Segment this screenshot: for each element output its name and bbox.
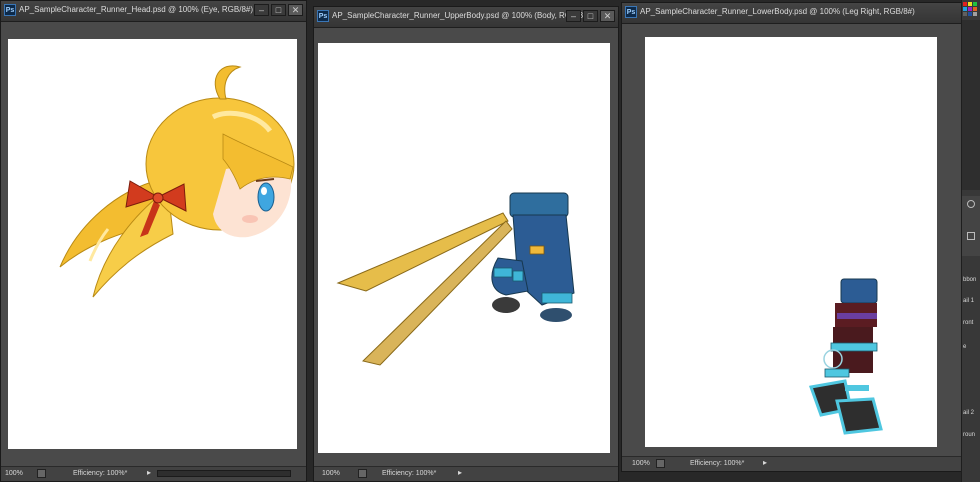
zoom-level[interactable]: 100% [632,460,650,467]
status-menu-arrow-icon[interactable]: ▸ [147,468,151,477]
document-window-head[interactable]: Ps AP_SampleCharacter_Runner_Head.psd @ … [0,0,307,482]
canvas-area[interactable] [622,24,961,456]
efficiency-readout: Efficiency: 100%* [73,470,128,477]
layer-label[interactable]: roun [963,432,975,438]
doc-info-icon[interactable] [37,469,46,478]
window-titlebar[interactable]: Ps AP_SampleCharacter_Runner_UpperBody.p… [314,7,618,28]
document-window-upperbody[interactable]: Ps AP_SampleCharacter_Runner_UpperBody.p… [313,6,619,482]
layer-label[interactable]: e [963,344,966,350]
swatch[interactable] [973,12,977,16]
photoshop-icon: Ps [317,10,329,22]
right-panel-dock[interactable]: bbon ail 1 ront e ail 2 roun [961,0,980,482]
swatch[interactable] [963,7,967,11]
layer-label[interactable]: bbon [963,277,976,283]
photoshop-icon: Ps [625,6,637,18]
document-canvas[interactable] [645,37,937,447]
window-titlebar[interactable]: Ps AP_SampleCharacter_Runner_Head.psd @ … [1,1,306,22]
maximize-button[interactable]: □ [583,10,598,22]
doc-info-icon[interactable] [358,469,367,478]
layer-label[interactable]: ail 2 [963,410,974,416]
layer-label[interactable]: ail 1 [963,298,974,304]
canvas-area[interactable] [1,22,306,466]
doc-info-icon[interactable] [656,459,665,468]
swatch[interactable] [968,7,972,11]
maximize-button[interactable]: □ [271,4,286,16]
character-upperbody-illustration [336,192,575,366]
photoshop-icon: Ps [4,4,16,16]
document-title: AP_SampleCharacter_Runner_LowerBody.psd … [640,7,915,16]
layer-label[interactable]: ront [963,320,973,326]
document-window-lowerbody[interactable]: Ps AP_SampleCharacter_Runner_LowerBody.p… [621,2,962,472]
zoom-level[interactable]: 100% [5,470,23,477]
document-canvas[interactable] [318,43,610,453]
efficiency-readout: Efficiency: 100%* [690,460,745,467]
character-head-illustration [59,65,295,298]
close-button[interactable]: ✕ [600,10,615,22]
panel-strip [962,20,980,190]
canvas-area[interactable] [314,28,618,466]
tool-icon[interactable] [967,200,975,208]
document-canvas[interactable] [8,39,297,449]
close-button[interactable]: ✕ [288,4,303,16]
document-title: AP_SampleCharacter_Runner_UpperBody.psd … [332,11,591,20]
swatch[interactable] [963,12,967,16]
minimize-button[interactable]: – [254,4,269,16]
swatch[interactable] [968,12,972,16]
status-menu-arrow-icon[interactable]: ▸ [763,458,767,467]
character-lowerbody-illustration [808,278,883,435]
swatch[interactable] [973,2,977,6]
zoom-level[interactable]: 100% [322,470,340,477]
document-title: AP_SampleCharacter_Runner_Head.psd @ 100… [19,5,254,14]
minimize-button[interactable]: – [566,10,581,22]
efficiency-readout: Efficiency: 100%* [382,470,437,477]
lock-icon[interactable] [967,232,975,240]
swatch[interactable] [973,7,977,11]
horizontal-scrollbar[interactable] [157,470,291,477]
window-titlebar[interactable]: Ps AP_SampleCharacter_Runner_LowerBody.p… [622,3,961,24]
status-bar: 100% Efficiency: 100%* ▸ [1,466,306,481]
swatch[interactable] [968,2,972,6]
status-bar: 100% Efficiency: 100%* ▸ [314,466,618,481]
status-bar: 100% Efficiency: 100%* ▸ [622,456,961,471]
swatch[interactable] [963,2,967,6]
status-menu-arrow-icon[interactable]: ▸ [458,468,462,477]
